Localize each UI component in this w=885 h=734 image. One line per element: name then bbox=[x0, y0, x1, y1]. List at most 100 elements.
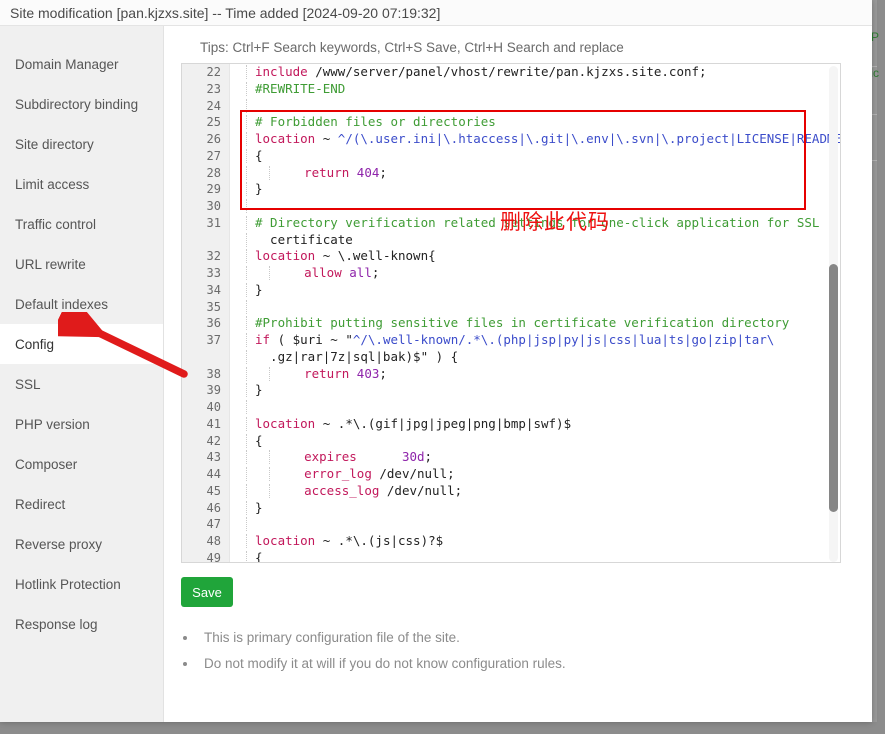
line-content[interactable]: location ~ ^/(\.user.ini|\.htaccess|\.gi… bbox=[230, 131, 840, 148]
sidebar-item-php-version[interactable]: PHP version bbox=[0, 404, 163, 444]
code-line[interactable]: 33 allow all; bbox=[182, 265, 840, 282]
line-number: 36 bbox=[206, 316, 221, 331]
line-number: 46 bbox=[206, 500, 221, 515]
code-line[interactable]: 27 { bbox=[182, 148, 840, 165]
settings-sidebar: Domain Manager Subdirectory binding Site d… bbox=[0, 26, 164, 722]
code-line[interactable]: 24 bbox=[182, 98, 840, 115]
code-line[interactable]: 28 return 404; bbox=[182, 165, 840, 182]
code-line[interactable]: 36 #Prohibit putting sensitive files in c… bbox=[182, 315, 840, 332]
line-content[interactable]: error_log /dev/null; bbox=[230, 466, 840, 483]
code-line[interactable]: 34} bbox=[182, 282, 840, 299]
sidebar-item-default-indexes[interactable]: Default indexes bbox=[0, 284, 163, 324]
line-content[interactable]: } bbox=[230, 500, 840, 517]
line-content[interactable]: } bbox=[230, 382, 840, 399]
line-content[interactable]: #Prohibit putting sensitive files in cer… bbox=[230, 315, 840, 332]
sidebar-item-reverse-proxy[interactable]: Reverse proxy bbox=[0, 524, 163, 564]
sidebar-item-config[interactable]: Config bbox=[0, 324, 163, 364]
line-content[interactable]: # Directory verification related setting… bbox=[230, 215, 840, 232]
code-line[interactable]: 37 if ( $uri ~ "^/\.well-known/.*\.(php|j… bbox=[182, 332, 840, 349]
line-content[interactable]: } bbox=[230, 181, 840, 198]
line-content[interactable]: { bbox=[230, 550, 840, 562]
line-number: 31 bbox=[206, 215, 221, 230]
code-line[interactable]: .gz|rar|7z|sql|bak)$" ) { bbox=[182, 349, 840, 366]
sidebar-item-label: Redirect bbox=[15, 496, 66, 512]
code-line[interactable]: 49 { bbox=[182, 550, 840, 563]
line-content[interactable]: return 404; bbox=[230, 165, 840, 182]
editor-scrollbar-thumb[interactable] bbox=[829, 264, 838, 512]
save-button[interactable]: Save bbox=[181, 577, 233, 607]
code-line[interactable]: 25 # Forbidden files or directories bbox=[182, 114, 840, 131]
sidebar-item-response-log[interactable]: Response log bbox=[0, 604, 163, 644]
dialog-title: Site modification [pan.kjzxs.site] -- Ti… bbox=[10, 4, 441, 21]
sidebar-item-label: Traffic control bbox=[15, 216, 97, 232]
line-content[interactable]: return 403; bbox=[230, 366, 840, 383]
sidebar-item-redirect[interactable]: Redirect bbox=[0, 484, 163, 524]
code-line[interactable]: 43 expires 30d; bbox=[182, 449, 840, 466]
line-content[interactable]: access_log /dev/null; bbox=[230, 483, 840, 500]
sidebar-item-subdirectory-binding[interactable]: Subdirectory binding bbox=[0, 84, 163, 124]
code-line[interactable]: 45 access_log /dev/null; bbox=[182, 483, 840, 500]
line-content[interactable]: if ( $uri ~ "^/\.well-known/.*\.(php|jsp… bbox=[230, 332, 840, 349]
line-content[interactable]: location ~ .*\.(gif|jpg|jpeg|png|bmp|swf… bbox=[230, 416, 840, 433]
sidebar-item-hotlink-protection[interactable]: Hotlink Protection bbox=[0, 564, 163, 604]
line-content[interactable]: # Forbidden files or directories bbox=[230, 114, 840, 131]
sidebar-item-domain-manager[interactable]: Domain Manager bbox=[0, 44, 163, 84]
line-content[interactable]: .gz|rar|7z|sql|bak)$" ) { bbox=[230, 349, 840, 366]
line-content[interactable] bbox=[230, 516, 840, 533]
line-content[interactable]: expires 30d; bbox=[230, 449, 840, 466]
code-line[interactable]: 38 return 403; bbox=[182, 366, 840, 383]
code-line[interactable]: 48 location ~ .*\.(js|css)?$ bbox=[182, 533, 840, 550]
line-content[interactable]: certificate bbox=[230, 232, 840, 249]
code-line[interactable]: 46} bbox=[182, 500, 840, 517]
sidebar-item-site-directory[interactable]: Site directory bbox=[0, 124, 163, 164]
code-line[interactable]: 30 bbox=[182, 198, 840, 215]
sidebar-item-traffic-control[interactable]: Traffic control bbox=[0, 204, 163, 244]
line-content[interactable]: location ~ .*\.(js|css)?$ bbox=[230, 533, 840, 550]
code-line[interactable]: 31 # Directory verification related setti… bbox=[182, 215, 840, 232]
line-content[interactable] bbox=[230, 98, 840, 115]
line-content[interactable]: } bbox=[230, 282, 840, 299]
line-number: 39 bbox=[206, 383, 221, 398]
line-content[interactable]: location ~ \.well-known{ bbox=[230, 248, 840, 265]
line-content[interactable]: #REWRITE-END bbox=[230, 81, 840, 98]
line-content[interactable]: { bbox=[230, 433, 840, 450]
line-number: 26 bbox=[206, 132, 221, 146]
line-number: 22 bbox=[206, 65, 221, 79]
code-line[interactable]: 35 bbox=[182, 299, 840, 316]
sidebar-item-label: Domain Manager bbox=[15, 56, 119, 72]
code-line[interactable]: 44 error_log /dev/null; bbox=[182, 466, 840, 483]
code-line[interactable]: 32 location ~ \.well-known{ bbox=[182, 248, 840, 265]
code-line[interactable]: 26 location ~ ^/(\.user.ini|\.htaccess|\.… bbox=[182, 131, 840, 148]
sidebar-item-url-rewrite[interactable]: URL rewrite bbox=[0, 244, 163, 284]
code-line[interactable]: 47 bbox=[182, 516, 840, 533]
sidebar-item-limit-access[interactable]: Limit access bbox=[0, 164, 163, 204]
code-line[interactable]: 39} bbox=[182, 382, 840, 399]
line-number: 35 bbox=[206, 299, 221, 314]
code-line[interactable]: 23 #REWRITE-END bbox=[182, 81, 840, 98]
line-number: 29 bbox=[206, 182, 221, 197]
code-line[interactable]: 29} bbox=[182, 181, 840, 198]
line-content[interactable]: allow all; bbox=[230, 265, 840, 282]
line-content[interactable] bbox=[230, 198, 840, 215]
line-content[interactable] bbox=[230, 399, 840, 416]
config-code-editor[interactable]: 22 include /www/server/panel/vhost/rewrit… bbox=[181, 63, 841, 563]
line-content[interactable] bbox=[230, 299, 840, 316]
code-line[interactable]: 42 { bbox=[182, 433, 840, 450]
sidebar-item-label: Config bbox=[15, 336, 55, 352]
dialog-title-bar: Site modification [pan.kjzxs.site] -- Ti… bbox=[0, 0, 872, 26]
code-line[interactable]: certificate bbox=[182, 232, 840, 249]
code-line[interactable]: 40 bbox=[182, 399, 840, 416]
code-line[interactable]: 22 include /www/server/panel/vhost/rewrit… bbox=[182, 64, 840, 81]
line-number: 43 bbox=[206, 450, 221, 465]
sidebar-item-composer[interactable]: Composer bbox=[0, 444, 163, 484]
line-number: 25 bbox=[206, 115, 221, 130]
line-number: 49 bbox=[206, 550, 221, 563]
line-content[interactable]: { bbox=[230, 148, 840, 165]
line-number: 44 bbox=[206, 467, 221, 481]
editor-code-area[interactable]: 22 include /www/server/panel/vhost/rewrit… bbox=[182, 64, 840, 562]
sidebar-item-label: Composer bbox=[15, 456, 78, 472]
line-content[interactable]: include /www/server/panel/vhost/rewrite/… bbox=[230, 64, 840, 81]
sidebar-item-label: Subdirectory binding bbox=[15, 96, 139, 112]
sidebar-item-ssl[interactable]: SSL bbox=[0, 364, 163, 404]
code-line[interactable]: 41 location ~ .*\.(gif|jpg|jpeg|png|bmp|s… bbox=[182, 416, 840, 433]
